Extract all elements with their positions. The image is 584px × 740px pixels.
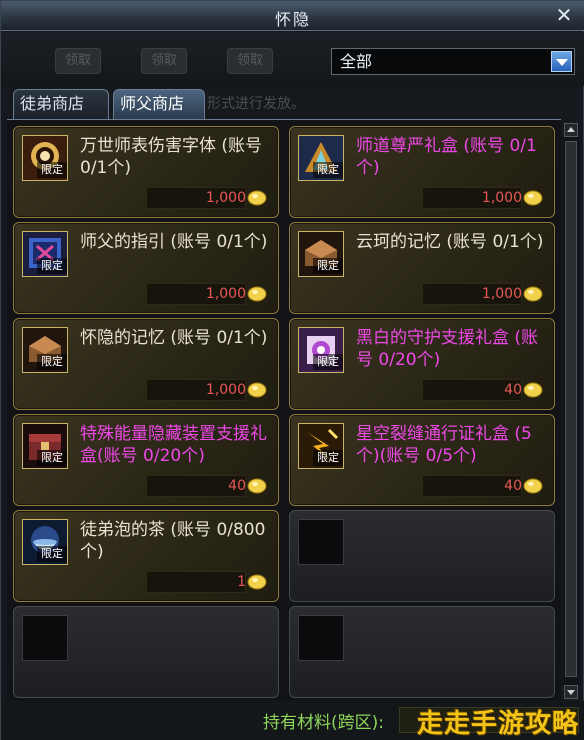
gold-coin-icon — [523, 286, 543, 302]
item-grid: 限定 万世师表伤害字体 (账号 0/1个) 1,000 限定 师道尊严礼盒 (账… — [7, 119, 561, 701]
limited-badge: 限定 — [37, 450, 67, 466]
limited-badge: 限定 — [37, 162, 67, 178]
item-icon-frame: 限定 — [22, 423, 68, 469]
item-icon-frame: 限定 — [298, 423, 344, 469]
item-price: 1,000 — [205, 382, 246, 398]
chevron-down-icon[interactable] — [551, 51, 572, 72]
shop-item-card[interactable]: 限定 云珂的记忆 (账号 0/1个) 1,000 — [289, 222, 555, 314]
item-price: 1,000 — [205, 286, 246, 302]
tab-apprentice-shop[interactable]: 徒弟商店 — [13, 89, 109, 119]
item-name: 特殊能量隐藏装置支援礼盒(账号 0/20个) — [80, 424, 267, 466]
claim-button-3: 领取 — [227, 48, 273, 74]
claim-button-1: 领取 — [55, 48, 101, 74]
limited-badge: 限定 — [313, 354, 343, 370]
claim-button-2: 领取 — [141, 48, 187, 74]
footer: 持有材料(跨区): 走走手游攻略 — [1, 701, 584, 740]
shop-item-card[interactable]: 限定 怀隐的记忆 (账号 0/1个) 1,000 — [13, 318, 279, 410]
title-bar: 怀隐 ✕ — [1, 1, 584, 31]
item-price: 1,000 — [481, 190, 522, 206]
shop-window: 怀隐 ✕ 领取 领取 领取 全部 徒弟商店 师父商店 形式进行发放。 限定 万世… — [0, 0, 584, 740]
item-icon-frame: 限定 — [298, 135, 344, 181]
item-name: 师父的指引 (账号 0/1个) — [80, 232, 268, 252]
empty-icon-frame — [298, 615, 344, 661]
materials-label: 持有材料(跨区): — [263, 713, 384, 733]
gold-coin-icon — [247, 190, 267, 206]
item-icon-frame: 限定 — [298, 231, 344, 277]
limited-badge: 限定 — [37, 258, 67, 274]
item-icon-frame: 限定 — [22, 231, 68, 277]
item-price: 1,000 — [205, 190, 246, 206]
shop-item-card[interactable]: 限定 师父的指引 (账号 0/1个) 1,000 — [13, 222, 279, 314]
limited-badge: 限定 — [37, 354, 67, 370]
empty-icon-frame — [298, 519, 344, 565]
empty-slot — [289, 606, 555, 698]
shop-item-card[interactable]: 限定 徒弟泡的茶 (账号 0/800个) 1 — [13, 510, 279, 602]
shop-item-card[interactable]: 限定 星空裂缝通行证礼盒 (5个)(账号 0/5个) 40 — [289, 414, 555, 506]
limited-badge: 限定 — [313, 450, 343, 466]
limited-badge: 限定 — [37, 546, 67, 562]
item-price: 40 — [504, 382, 522, 398]
close-icon[interactable]: ✕ — [553, 4, 575, 26]
shop-item-card[interactable]: 限定 黑白的守护支援礼盒 (账号 0/20个) 40 — [289, 318, 555, 410]
scrollbar[interactable] — [563, 123, 579, 699]
watermark-logo: 走走手游攻略 — [417, 709, 580, 739]
filter-dropdown[interactable]: 全部 — [331, 48, 575, 75]
window-title: 怀隐 — [274, 10, 311, 29]
price-bar — [146, 571, 246, 593]
empty-slot — [13, 606, 279, 698]
gold-coin-icon — [247, 574, 267, 590]
item-price: 1 — [237, 574, 246, 590]
notice-text: 形式进行发放。 — [207, 96, 305, 112]
shop-item-card[interactable]: 限定 万世师表伤害字体 (账号 0/1个) 1,000 — [13, 126, 279, 218]
item-icon-frame: 限定 — [22, 135, 68, 181]
limited-badge: 限定 — [313, 258, 343, 274]
item-price: 1,000 — [481, 286, 522, 302]
item-price: 40 — [504, 478, 522, 494]
item-name: 云珂的记忆 (账号 0/1个) — [356, 232, 544, 252]
gold-coin-icon — [247, 478, 267, 494]
tab-master-shop[interactable]: 师父商店 — [113, 89, 205, 119]
item-price: 40 — [228, 478, 246, 494]
shop-item-card[interactable]: 限定 师道尊严礼盒 (账号 0/1个) 1,000 — [289, 126, 555, 218]
gold-coin-icon — [523, 382, 543, 398]
filter-selected-value: 全部 — [340, 52, 373, 71]
item-icon-frame: 限定 — [22, 327, 68, 373]
item-name: 师道尊严礼盒 (账号 0/1个) — [356, 136, 537, 178]
item-icon-frame: 限定 — [22, 519, 68, 565]
gold-coin-icon — [247, 382, 267, 398]
item-name: 徒弟泡的茶 (账号 0/800个) — [80, 520, 266, 562]
item-icon-frame: 限定 — [298, 327, 344, 373]
scroll-thumb[interactable] — [565, 141, 577, 677]
gold-coin-icon — [247, 286, 267, 302]
empty-icon-frame — [22, 615, 68, 661]
item-name: 怀隐的记忆 (账号 0/1个) — [80, 328, 268, 348]
item-name: 黑白的守护支援礼盒 (账号 0/20个) — [356, 328, 539, 370]
limited-badge: 限定 — [313, 162, 343, 178]
scroll-down-icon[interactable] — [564, 685, 578, 699]
item-name: 星空裂缝通行证礼盒 (5个)(账号 0/5个) — [356, 424, 532, 466]
gold-coin-icon — [523, 190, 543, 206]
empty-slot — [289, 510, 555, 602]
shop-item-card[interactable]: 限定 特殊能量隐藏装置支援礼盒(账号 0/20个) 40 — [13, 414, 279, 506]
item-name: 万世师表伤害字体 (账号 0/1个) — [80, 136, 263, 178]
gold-coin-icon — [523, 478, 543, 494]
scroll-up-icon[interactable] — [564, 123, 578, 137]
